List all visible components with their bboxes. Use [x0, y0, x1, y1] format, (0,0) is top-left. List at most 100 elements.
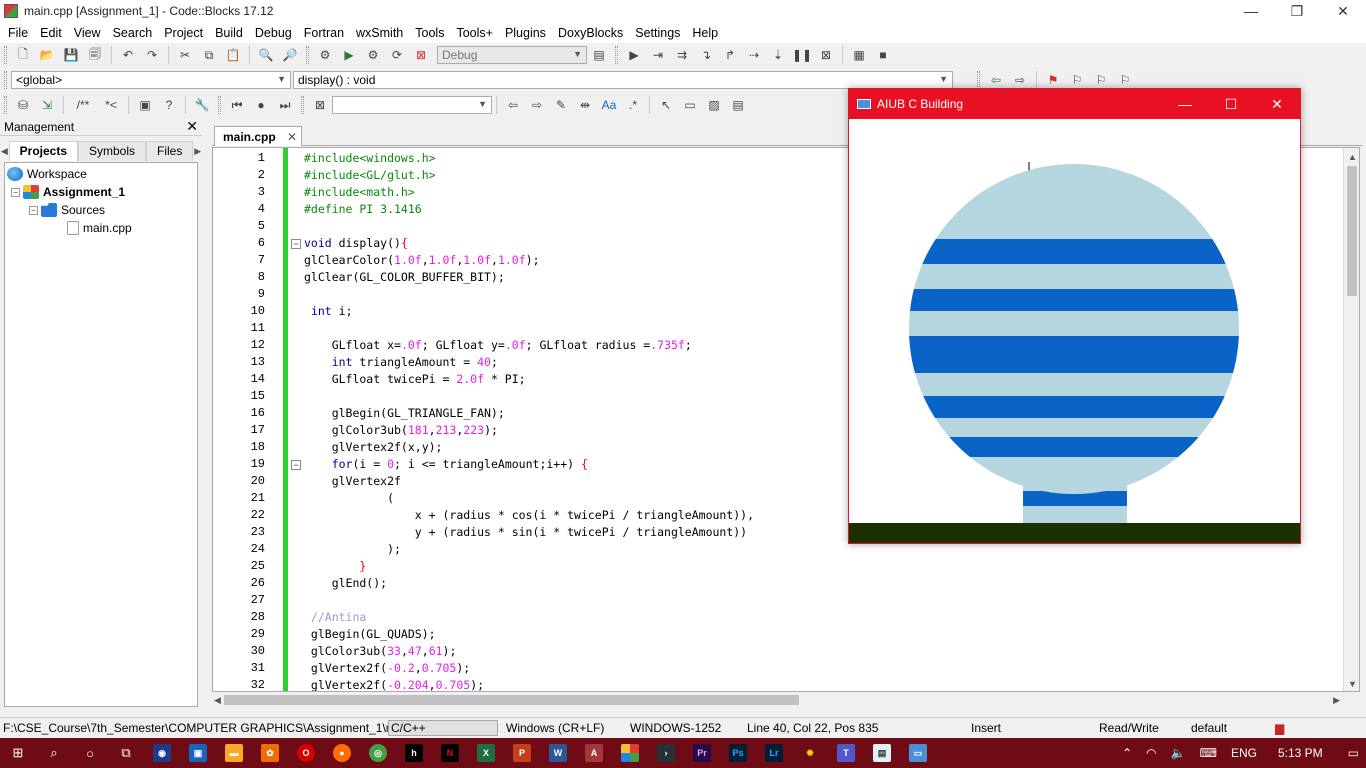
tab-close-icon[interactable]: ✕ [287, 130, 297, 144]
code-line[interactable]: glColor3ub(181,213,223); [304, 423, 498, 437]
word-icon[interactable]: W [540, 738, 576, 768]
line-comment-button[interactable]: *< [100, 96, 122, 114]
abort-icon[interactable]: ⊠ [411, 46, 431, 64]
menu-fortran[interactable]: Fortran [298, 26, 350, 40]
build-gear-icon[interactable]: ⚙ [315, 46, 335, 64]
code-line[interactable]: glEnd(); [304, 576, 387, 590]
task-view-icon[interactable]: ⧉ [108, 738, 144, 768]
fold-toggle-icon[interactable]: − [291, 460, 301, 470]
pause-icon[interactable]: ❚❚ [792, 46, 812, 64]
store-icon[interactable]: ▣ [180, 738, 216, 768]
build-and-run-icon[interactable]: ⚙ [363, 46, 383, 64]
chrome-icon[interactable]: ◎ [360, 738, 396, 768]
clear-search-icon[interactable]: ⊠ [310, 96, 330, 114]
config-wrench-icon[interactable]: 🔧 [192, 96, 212, 114]
code-line[interactable]: glColor3ub(33,47,61); [304, 644, 456, 658]
opengl-title-bar[interactable]: AIUB C Building — ☐ ✕ [849, 89, 1300, 119]
code-line[interactable]: //Antina [304, 610, 366, 624]
block-comment-button[interactable]: /** [70, 96, 96, 114]
paste-icon[interactable]: 📋 [223, 46, 243, 64]
clock-time[interactable]: 5:13 PM [1278, 746, 1323, 760]
show-select-target-icon[interactable]: ▤ [589, 46, 609, 64]
opengl-minimize-button[interactable]: — [1162, 89, 1208, 119]
taskbar-app-icon[interactable]: ◉ [144, 738, 180, 768]
premiere-icon[interactable]: Pr [684, 738, 720, 768]
menu-file[interactable]: File [2, 26, 34, 40]
menu-build[interactable]: Build [209, 26, 249, 40]
powerpoint-icon[interactable]: P [504, 738, 540, 768]
bookmark-prev-icon[interactable]: ⚐ [1067, 71, 1087, 89]
windows-start-icon[interactable]: ⊞ [0, 738, 36, 768]
run-icon[interactable]: ▶ [339, 46, 359, 64]
collapse-icon[interactable]: − [11, 187, 20, 197]
code-line[interactable]: GLfloat x=.0f; GLfloat y=.0f; GLfloat ra… [304, 338, 692, 352]
search-icon[interactable]: ⌕ [36, 738, 72, 768]
code-line[interactable]: void display(){ [304, 236, 408, 250]
code-line[interactable]: GLfloat twicePi = 2.0f * PI; [304, 372, 526, 386]
highlight-icon[interactable]: ✎ [551, 96, 571, 114]
code-line[interactable]: glVertex2f [304, 474, 401, 488]
file-explorer-icon[interactable]: ▬ [216, 738, 252, 768]
tab-projects[interactable]: Projects [8, 141, 78, 161]
debug-run-icon[interactable]: ▶ [624, 46, 644, 64]
minimize-button[interactable]: — [1228, 0, 1274, 22]
step-out-icon[interactable]: ↱ [720, 46, 740, 64]
menu-project[interactable]: Project [158, 26, 209, 40]
undo-icon[interactable]: ↶ [118, 46, 138, 64]
next-marker-icon[interactable]: ⏭ [275, 96, 295, 114]
code-line[interactable]: glClear(GL_COLOR_BUFFER_BIT); [304, 270, 505, 284]
menu-view[interactable]: View [68, 26, 107, 40]
code-line[interactable]: y + (radius * sin(i * twicePi / triangle… [304, 525, 747, 539]
paint-app-icon[interactable]: ✿ [252, 738, 288, 768]
horizontal-scrollbar[interactable]: ◀ ▶ [212, 692, 1342, 708]
terminal-app-icon[interactable]: › [648, 738, 684, 768]
save-all-icon[interactable]: 🗐 [85, 46, 105, 64]
doxywizard-icon[interactable]: ⛁ [13, 96, 33, 114]
notepad-icon[interactable]: ▤ [864, 738, 900, 768]
toolbar-grip[interactable] [218, 96, 221, 114]
wifi-icon[interactable]: ◠ [1146, 746, 1156, 760]
menu-tools-plus[interactable]: Tools+ [450, 26, 498, 40]
code-line[interactable]: int triangleAmount = 40; [304, 355, 498, 369]
menu-settings[interactable]: Settings [629, 26, 686, 40]
menu-debug[interactable]: Debug [249, 26, 298, 40]
tab-files[interactable]: Files [146, 141, 194, 161]
next-instruction-icon[interactable]: ⇢ [744, 46, 764, 64]
run-to-cursor-icon[interactable]: ⇥ [648, 46, 668, 64]
stop-debug-icon[interactable]: ⊠ [816, 46, 836, 64]
menu-plugins[interactable]: Plugins [499, 26, 552, 40]
run-html-icon[interactable]: ▣ [135, 96, 155, 114]
code-line[interactable]: x + (radius * cos(i * twicePi / triangle… [304, 508, 754, 522]
opengl-taskbar-icon[interactable]: ▭ [900, 738, 936, 768]
keyboard-icon[interactable]: ⌨ [1200, 746, 1217, 760]
tabs-right-arrow-icon[interactable]: ▶ [193, 146, 202, 157]
codeblocks-taskbar-icon[interactable] [612, 738, 648, 768]
code-line[interactable]: glBegin(GL_QUADS); [304, 627, 436, 641]
toolbar-grip[interactable] [4, 71, 7, 89]
opengl-window[interactable]: AIUB C Building — ☐ ✕ [848, 88, 1301, 544]
image-tool-icon[interactable]: ▨ [704, 96, 724, 114]
tree-item-file[interactable]: main.cpp [5, 219, 197, 237]
toolbar-grip[interactable] [615, 46, 618, 64]
hulu-app-icon[interactable]: h [396, 738, 432, 768]
run-chm-icon[interactable]: ? [159, 96, 179, 114]
save-icon[interactable]: 💾 [61, 46, 81, 64]
debug-info-icon[interactable]: ■ [873, 46, 893, 64]
replace-icon[interactable]: 🔎 [280, 46, 300, 64]
scope-select[interactable]: <global> ▼ [11, 71, 291, 89]
bookmark-clear-icon[interactable]: ⚐ [1115, 71, 1135, 89]
tree-item-sources[interactable]: − Sources [5, 201, 197, 219]
bookmark-next-icon[interactable]: ⚐ [1091, 71, 1111, 89]
code-line[interactable]: glVertex2f(-0.2,0.705); [304, 661, 470, 675]
toolbar-grip[interactable] [977, 71, 980, 89]
text-tool-icon[interactable]: ▤ [728, 96, 748, 114]
lightroom-icon[interactable]: Lr [756, 738, 792, 768]
search-next-icon[interactable]: ⇨ [527, 96, 547, 114]
function-select[interactable]: display() : void ▼ [293, 71, 953, 89]
horizontal-scroll-thumb[interactable] [224, 695, 799, 705]
volume-icon[interactable]: 🔈 [1171, 746, 1186, 760]
scroll-down-icon[interactable]: ▼ [1348, 679, 1357, 689]
menu-search[interactable]: Search [107, 26, 159, 40]
photoshop-icon[interactable]: Ps [720, 738, 756, 768]
copy-icon[interactable]: ⧉ [199, 46, 219, 64]
